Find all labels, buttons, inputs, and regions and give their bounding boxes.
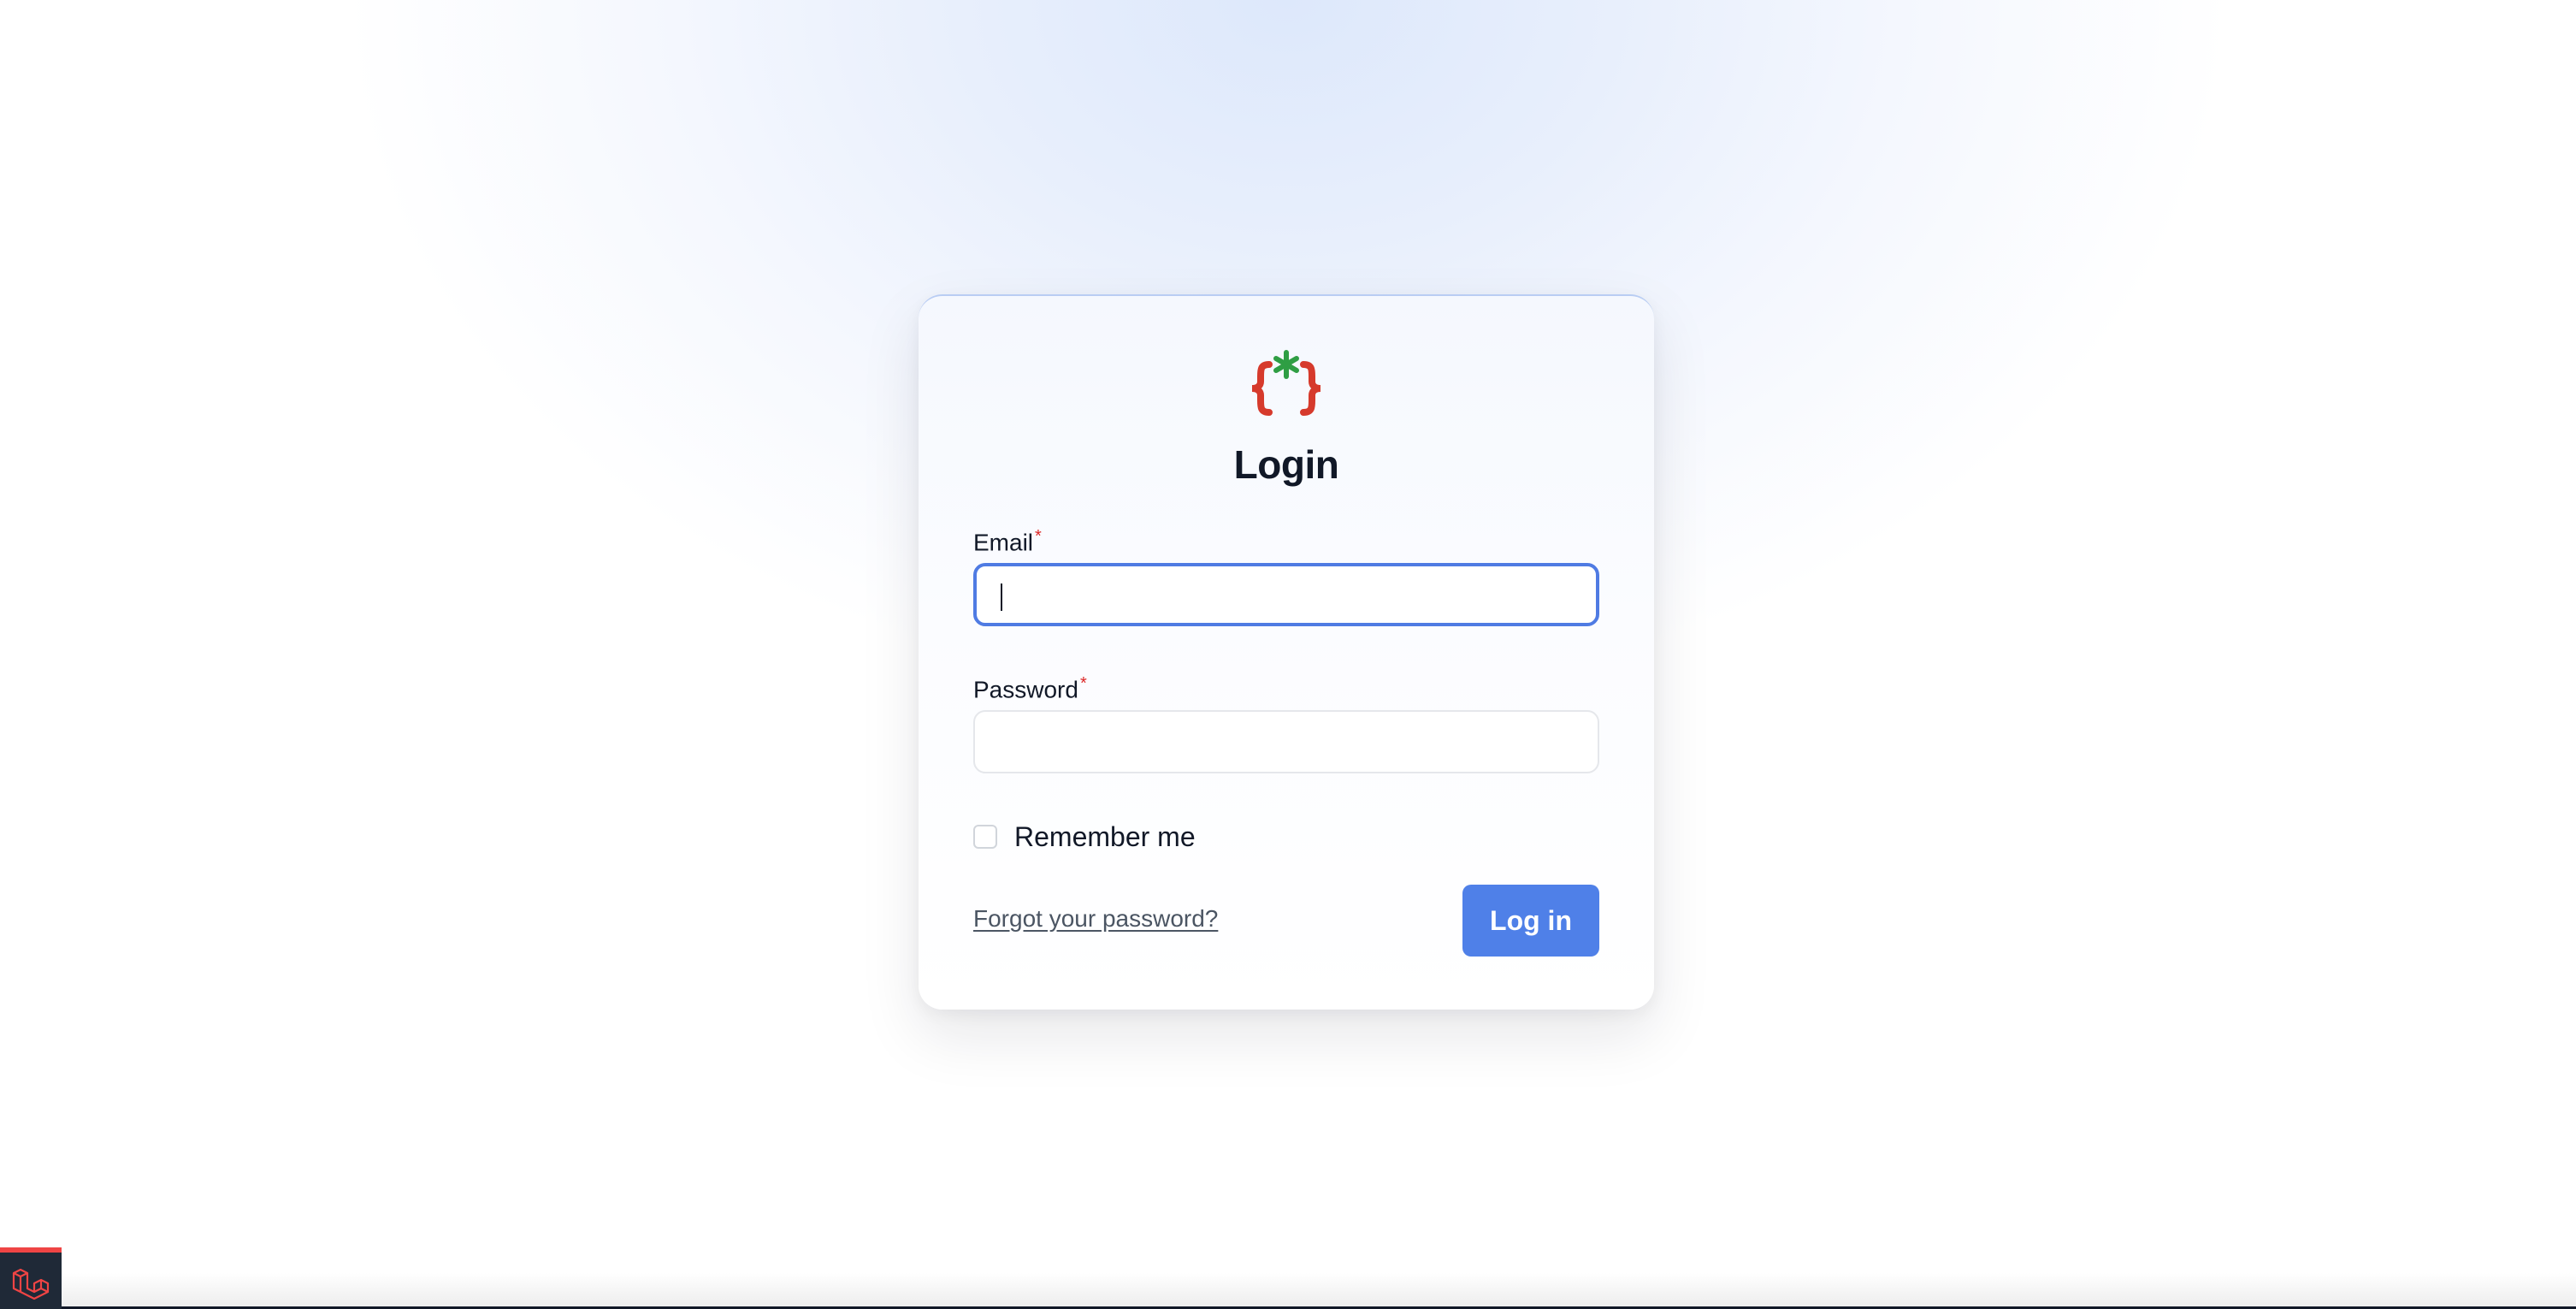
email-label-text: Email <box>973 529 1034 556</box>
password-label: Password * <box>973 674 1087 703</box>
text-caret <box>1001 583 1002 611</box>
bottom-shadow-bar <box>0 1273 2576 1309</box>
required-asterisk: * <box>1079 674 1087 693</box>
required-asterisk: * <box>1035 527 1042 546</box>
remember-me-label[interactable]: Remember me <box>1014 821 1196 853</box>
forgot-password-link[interactable]: Forgot your password? <box>973 905 1218 933</box>
debugbar-toggle[interactable] <box>0 1247 62 1309</box>
remember-me-row: Remember me <box>973 821 1196 852</box>
app-logo-icon <box>1251 350 1321 416</box>
password-field[interactable] <box>973 710 1599 773</box>
login-card: Login Email * Password * Remember me Forgo… <box>919 294 1654 1010</box>
login-page: Login Email * Password * Remember me Forgo… <box>0 0 2576 1309</box>
page-title: Login <box>1233 442 1339 487</box>
password-label-text: Password <box>973 676 1078 703</box>
email-label: Email * <box>973 527 1042 556</box>
remember-me-checkbox[interactable] <box>973 825 997 849</box>
laravel-icon <box>12 1268 50 1300</box>
email-field[interactable] <box>973 563 1599 626</box>
login-button[interactable]: Log in <box>1462 885 1599 957</box>
